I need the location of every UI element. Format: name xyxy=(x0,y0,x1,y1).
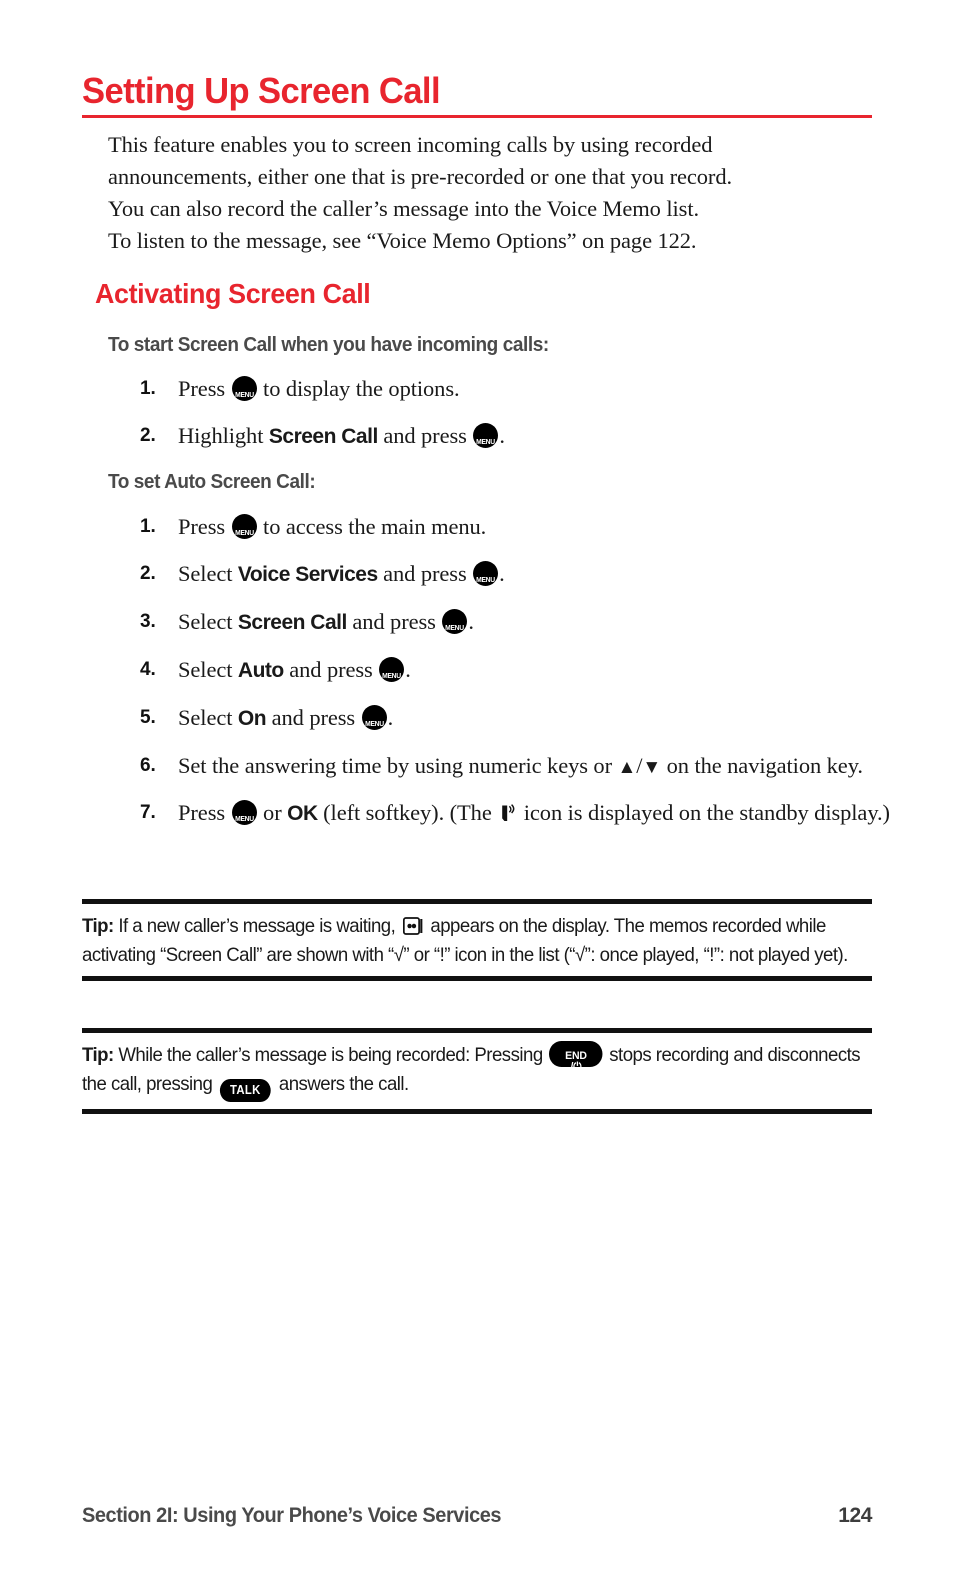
tip-rule-bottom xyxy=(82,976,872,981)
step-number: 1. xyxy=(140,516,156,537)
step-number: 2. xyxy=(140,425,156,446)
intro-line: announcements, either one that is pre-re… xyxy=(108,164,733,189)
menu-ok-key-icon: MENUOK xyxy=(361,705,387,730)
ok-key-label: OK xyxy=(381,669,404,682)
procedure-step: 6. Set the answering time by using numeri… xyxy=(140,750,930,781)
procedure-1-steps: 1. Press MENUOK to display the options. 2.… xyxy=(140,373,930,468)
step-text: Select Screen Call and press MENUOK. xyxy=(178,606,898,638)
section-heading: Activating Screen Call xyxy=(95,278,371,309)
emphasis-term: On xyxy=(237,707,267,730)
intro-line: This feature enables you to screen incom… xyxy=(108,132,713,157)
intro-line: To listen to the message, see “Voice Mem… xyxy=(108,228,697,253)
footer-section-label: Section 2I: Using Your Phone’s Voice Ser… xyxy=(82,1504,502,1527)
end-power-key-icon: END/⏻ xyxy=(549,1041,603,1067)
menu-ok-key-icon: MENUOK xyxy=(231,514,257,539)
procedure-step: 7. Press MENUOK or OK (left softkey). (Th… xyxy=(140,797,930,829)
tip-label: Tip: xyxy=(82,1044,114,1066)
ok-key-label: OK xyxy=(233,812,256,825)
intro-paragraph: This feature enables you to screen incom… xyxy=(108,129,868,257)
tip-body-2: Tip: While the caller’s message is being… xyxy=(82,1033,871,1109)
step-text: Select On and press MENUOK. xyxy=(178,702,898,734)
step-number: 6. xyxy=(140,755,156,776)
menu-ok-key-icon: MENUOK xyxy=(473,423,499,448)
footer-page-number: 124 xyxy=(838,1504,872,1527)
ok-key-label: OK xyxy=(444,621,467,634)
step-number: 5. xyxy=(140,707,156,728)
step-text: Select Auto and press MENUOK. xyxy=(178,654,898,686)
procedure-step: 4. Select Auto and press MENUOK. xyxy=(140,654,930,686)
menu-ok-key-icon: MENUOK xyxy=(379,657,405,682)
ok-key-label: OK xyxy=(363,717,386,730)
procedure-step: 1. Press MENUOK to display the options. xyxy=(140,373,930,404)
tip-box-2: Tip: While the caller’s message is being… xyxy=(82,1028,872,1114)
tip-body-1: Tip: If a new caller’s message is waitin… xyxy=(82,915,848,966)
menu-ok-key-icon: MENUOK xyxy=(473,561,499,586)
procedure-step: 1. Press MENUOK to access the main menu. xyxy=(140,511,930,542)
step-text: Press MENUOK or OK (left softkey). (The … xyxy=(178,797,898,829)
screen-call-icon xyxy=(499,801,516,822)
tip-label: Tip: xyxy=(82,915,114,937)
step-number: 2. xyxy=(140,563,156,584)
ok-key-label: OK xyxy=(233,388,256,401)
menu-ok-key-icon: MENUOK xyxy=(231,376,257,401)
triangle-down-icon: ▼ xyxy=(642,757,662,778)
procedure-2-lead-in: To set Auto Screen Call: xyxy=(108,471,316,493)
step-number: 1. xyxy=(140,378,156,399)
page-title: Setting Up Screen Call xyxy=(82,70,441,111)
intro-line: You can also record the caller’s message… xyxy=(108,196,699,221)
procedure-step: 5. Select On and press MENUOK. xyxy=(140,702,930,734)
emphasis-term: Screen Call xyxy=(237,611,347,634)
step-number: 7. xyxy=(140,802,156,823)
step-text: Set the answering time by using numeric … xyxy=(178,753,863,778)
page-title-block: Setting Up Screen Call xyxy=(82,70,872,118)
procedure-step: 3. Select Screen Call and press MENUOK. xyxy=(140,606,930,638)
step-text: Press MENUOK to display the options. xyxy=(178,373,898,404)
tip-box-1: Tip: If a new caller’s message is waitin… xyxy=(82,899,872,981)
triangle-up-icon: ▲ xyxy=(617,757,637,778)
step-number: 4. xyxy=(140,659,156,680)
step-text: Press MENUOK to access the main menu. xyxy=(178,511,898,542)
tip-rule-bottom xyxy=(82,1108,872,1114)
step-text: Highlight Screen Call and press MENUOK. xyxy=(178,420,898,452)
procedure-1-lead-in: To start Screen Call when you have incom… xyxy=(108,334,549,356)
talk-key-icon: TALK xyxy=(220,1078,271,1102)
emphasis-term: Auto xyxy=(237,659,284,682)
ok-key-label: OK xyxy=(475,435,498,448)
emphasis-term: Voice Services xyxy=(237,563,378,586)
step-number: 3. xyxy=(140,611,156,632)
emphasis-term: Screen Call xyxy=(268,425,378,448)
ok-key-label: OK xyxy=(474,573,497,586)
ok-key-label: OK xyxy=(233,526,256,539)
procedure-step: 2. Select Voice Services and press MENUOK… xyxy=(140,558,930,590)
menu-ok-key-icon: MENUOK xyxy=(231,800,257,825)
emphasis-term: OK xyxy=(287,802,318,825)
manual-page: Setting Up Screen Call This feature enab… xyxy=(0,0,954,1590)
procedure-step: 2. Highlight Screen Call and press MENUOK… xyxy=(140,420,930,452)
step-text: Select Voice Services and press MENUOK. xyxy=(178,558,898,590)
procedure-2-steps: 1. Press MENUOK to access the main menu. 2… xyxy=(140,511,930,845)
message-waiting-icon xyxy=(402,915,423,935)
power-symbol-label: /⏻ xyxy=(570,1061,582,1067)
title-underline-rule xyxy=(82,115,872,118)
menu-ok-key-icon: MENUOK xyxy=(442,609,468,634)
page-footer: Section 2I: Using Your Phone’s Voice Ser… xyxy=(82,1504,872,1528)
